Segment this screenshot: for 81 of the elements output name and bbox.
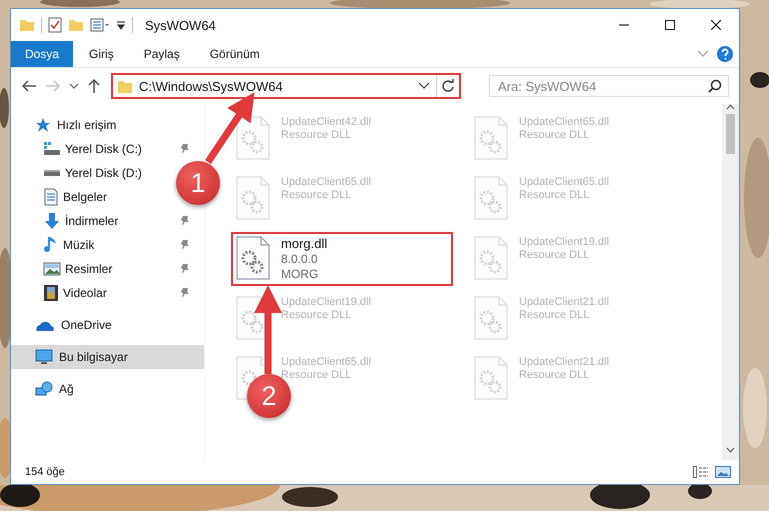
file-name: UpdateClient65.dll [519, 176, 609, 188]
file-name: UpdateClient21.dll [519, 356, 609, 368]
file-description: Resource DLL [281, 369, 352, 381]
item-count: 154 öğe [25, 466, 65, 478]
scroll-up-icon [726, 104, 735, 110]
pin-icon[interactable] [180, 287, 190, 299]
file-description: Resource DLL [519, 249, 590, 261]
down-arrow-icon [43, 212, 61, 230]
image-icon [43, 261, 61, 277]
file-description: Resource DLL [519, 129, 590, 141]
scroll-down-icon [726, 447, 735, 453]
file-name: morg.dll [281, 236, 328, 251]
folder-icon [117, 79, 133, 93]
maximize-icon [665, 20, 675, 30]
ribbon-tab[interactable]: Görünüm [196, 41, 274, 67]
file-name: UpdateClient65.dll [281, 356, 371, 368]
sidebar-item[interactable]: OneDrive [11, 313, 204, 337]
drive-icon [43, 170, 61, 176]
close-icon [711, 20, 721, 30]
large-icons-view-icon[interactable] [715, 466, 731, 478]
file-name: UpdateClient21.dll [519, 296, 609, 308]
details-view-icon[interactable] [693, 466, 709, 478]
dropdown-icon [116, 20, 126, 30]
ribbon-tab[interactable]: Dosya [11, 41, 74, 67]
sidebar-item[interactable]: Ağ [11, 377, 204, 401]
file-description: MORG [281, 267, 320, 281]
sidebar-item[interactable]: Belgeler [11, 185, 112, 209]
sidebar-item[interactable]: Videolar [11, 281, 204, 305]
file-name: UpdateClient65.dll [281, 176, 371, 188]
file-name: UpdateClient65.dll [519, 116, 609, 128]
file-description: Resource DLL [519, 309, 590, 321]
search-input[interactable]: Ara: SysWOW64 [496, 78, 708, 94]
address-bar[interactable]: C:\Windows\SysWOW64 [111, 73, 461, 99]
folder-icon [19, 18, 35, 32]
file-name: UpdateClient19.dll [519, 236, 609, 248]
sidebar-item[interactable]: Yerel Disk (D:) [11, 161, 146, 185]
drive-icon [43, 142, 61, 156]
file-item[interactable]: morg.dll 8.0.0.0 MORG [231, 232, 453, 286]
file-description: Resource DLL [281, 189, 352, 201]
help-icon[interactable] [717, 46, 733, 62]
window-title: SysWOW64 [145, 18, 216, 32]
checklist-icon [48, 17, 62, 33]
network-icon [35, 381, 53, 397]
pin-icon[interactable] [180, 239, 190, 251]
file-name: UpdateClient42.dll [281, 116, 371, 128]
expand-ribbon-icon [697, 50, 709, 58]
scrollbar[interactable] [722, 104, 739, 460]
pin-icon[interactable] [180, 215, 190, 227]
sidebar-item[interactable]: İndirmeler [11, 209, 204, 233]
up-arrow-icon [87, 78, 101, 94]
ribbon-tab[interactable]: Paylaş [130, 41, 194, 67]
file-description: Resource DLL [519, 189, 590, 201]
file-description: Resource DLL [281, 309, 352, 321]
search-box[interactable]: Ara: SysWOW64 [489, 75, 729, 97]
chevron-down-icon[interactable] [418, 82, 430, 90]
address-path: C:\Windows\SysWOW64 [139, 78, 284, 94]
sidebar-item[interactable]: Müzik [11, 233, 204, 257]
document-icon [43, 188, 59, 206]
forward-arrow-icon [45, 79, 61, 93]
folder-icon [68, 18, 84, 32]
file-name: UpdateClient19.dll [281, 296, 371, 308]
sidebar-item[interactable]: Bu bilgisayar [11, 345, 204, 369]
refresh-icon[interactable] [441, 79, 455, 93]
sidebar-item[interactable]: Yerel Disk (C:) [11, 137, 204, 161]
sidebar-item[interactable]: Resimler [11, 257, 204, 281]
film-icon [43, 284, 59, 302]
annotation-arrow [205, 92, 254, 164]
search-icon [708, 79, 722, 93]
properties-icon [90, 18, 110, 32]
chevron-down-icon [69, 82, 79, 90]
star-icon [35, 117, 51, 133]
ribbon-tab[interactable]: Giriş [75, 41, 128, 67]
pin-icon[interactable] [180, 143, 190, 155]
monitor-icon [35, 349, 53, 365]
sidebar-item[interactable]: Hızlı erişim [11, 113, 204, 137]
pin-icon[interactable] [180, 263, 190, 275]
file-version: 8.0.0.0 [281, 252, 319, 266]
file-description: Resource DLL [519, 369, 590, 381]
back-arrow-icon [21, 79, 37, 93]
scrollbar-thumb[interactable] [726, 114, 735, 154]
file-description: Resource DLL [281, 129, 352, 141]
